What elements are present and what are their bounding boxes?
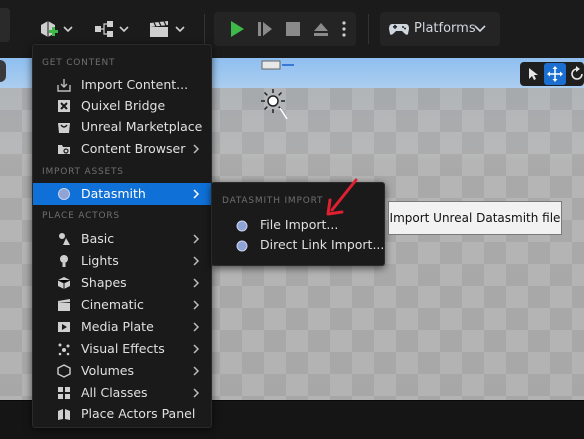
volume-icon: [56, 363, 72, 379]
toolbar-separator: [204, 14, 205, 44]
clapperboard-icon: [150, 21, 185, 37]
menu-item-import-content[interactable]: Import Content...: [33, 74, 211, 96]
chevron-right-icon: [191, 341, 201, 357]
menu-item-cinematic[interactable]: Cinematic: [33, 294, 211, 316]
marketplace-icon: [56, 119, 72, 135]
tooltip-text: Import Unreal Datasmith file: [389, 211, 561, 225]
eject-icon: [314, 23, 328, 36]
gamepad-icon: [388, 14, 410, 44]
section-header-datasmith-import: DATASMITH IMPORT: [222, 196, 324, 206]
menu-item-label: Content Browser: [81, 141, 186, 156]
platforms-button[interactable]: Platforms: [380, 12, 500, 46]
move-arrows-icon: [547, 66, 563, 82]
light-bulb-icon: [56, 253, 72, 269]
chevron-right-icon: [191, 253, 201, 269]
content-browser-icon: [56, 141, 72, 157]
toolbar-left-edge: [0, 8, 10, 42]
menu-item-direct-link-import[interactable]: Direct Link Import...: [212, 234, 384, 256]
chevron-right-icon: [191, 141, 201, 157]
chevron-right-icon: [191, 186, 201, 202]
quixel-icon: [56, 98, 72, 114]
menu-item-unreal-marketplace[interactable]: Unreal Marketplace: [33, 116, 211, 138]
menu-item-label: Import Content...: [81, 77, 189, 92]
menu-item-label: Shapes: [81, 275, 127, 290]
annotation-arrow-icon: [326, 178, 358, 216]
menu-item-label: Unreal Marketplace: [81, 119, 203, 134]
rotate-tool-button[interactable]: [566, 63, 584, 85]
cube-icon: [56, 275, 72, 291]
rotate-icon: [571, 66, 583, 80]
menu-item-volumes[interactable]: Volumes: [33, 360, 211, 382]
cinematics-button[interactable]: [146, 14, 188, 44]
media-plate-icon: [56, 319, 72, 335]
stop-button[interactable]: [280, 14, 306, 44]
chevron-right-icon: [191, 385, 201, 401]
viewport-options-button[interactable]: [0, 60, 6, 82]
chevron-right-icon: [191, 319, 201, 335]
menu-item-label: Datasmith: [81, 186, 146, 201]
menu-item-label: Volumes: [81, 363, 135, 378]
datasmith-icon: [235, 238, 249, 252]
place-actors-icon: [56, 406, 72, 422]
chevron-right-icon: [191, 275, 201, 291]
select-tool-button[interactable]: [522, 63, 544, 85]
more-vertical-icon: [342, 21, 346, 37]
light-source-icon: [261, 89, 288, 120]
all-classes-icon: [56, 385, 72, 401]
add-content-menu: GET CONTENT Import Content... Quixel Bri…: [32, 44, 212, 428]
section-header-get-content: GET CONTENT: [42, 58, 116, 68]
menu-item-media-plate[interactable]: Media Plate: [33, 316, 211, 338]
translate-tool-button[interactable]: [544, 63, 566, 85]
menu-item-visual-effects[interactable]: Visual Effects: [33, 338, 211, 360]
menu-item-all-classes[interactable]: All Classes: [33, 382, 211, 404]
menu-item-label: Lights: [81, 253, 119, 268]
play-controls-group: [214, 12, 356, 46]
add-cube-icon: [41, 21, 73, 37]
menu-item-content-browser[interactable]: Content Browser: [33, 138, 211, 160]
menu-item-quixel-bridge[interactable]: Quixel Bridge: [33, 95, 211, 117]
play-options-button[interactable]: [336, 14, 352, 44]
menu-item-label: Media Plate: [81, 319, 154, 334]
player-start-icon: [261, 60, 294, 70]
chevron-right-icon: [191, 231, 201, 247]
menu-item-label: All Classes: [81, 385, 148, 400]
transform-tools: [520, 62, 584, 86]
play-icon: [231, 21, 244, 37]
basic-shapes-icon: [56, 231, 72, 247]
menu-item-label: Place Actors Panel: [81, 406, 196, 421]
menu-item-place-actors-panel[interactable]: Place Actors Panel: [33, 403, 211, 425]
film-icon: [56, 297, 72, 313]
menu-item-label: Basic: [81, 231, 115, 246]
advance-frame-button[interactable]: [252, 14, 278, 44]
eject-button[interactable]: [308, 14, 334, 44]
play-button[interactable]: [224, 14, 250, 44]
menu-item-label: Cinematic: [81, 297, 144, 312]
menu-item-label: File Import...: [260, 217, 339, 232]
datasmith-icon: [235, 218, 249, 232]
platforms-label: Platforms: [414, 21, 476, 36]
chevron-right-icon: [191, 297, 201, 313]
stop-icon: [286, 22, 300, 36]
menu-item-datasmith[interactable]: Datasmith: [33, 183, 211, 205]
chevron-right-icon: [191, 363, 201, 379]
add-content-button[interactable]: [36, 14, 76, 44]
blueprint-graph-icon: [95, 21, 129, 37]
menu-item-label: Visual Effects: [81, 341, 165, 356]
cursor-icon: [529, 68, 538, 80]
datasmith-icon: [56, 186, 72, 202]
menu-item-shapes[interactable]: Shapes: [33, 272, 211, 294]
toolbar-separator: [368, 14, 369, 44]
menu-item-lights[interactable]: Lights: [33, 250, 211, 272]
chevron-down-icon: [472, 14, 488, 44]
menu-item-label: Direct Link Import...: [260, 237, 385, 252]
import-icon: [56, 77, 72, 93]
tooltip: Import Unreal Datasmith file: [388, 201, 562, 235]
section-header-import-assets: IMPORT ASSETS: [42, 167, 124, 177]
step-forward-icon: [258, 22, 272, 36]
blueprints-button[interactable]: [92, 14, 132, 44]
menu-item-label: Quixel Bridge: [81, 98, 166, 113]
sparkles-icon: [56, 341, 72, 357]
menu-item-basic[interactable]: Basic: [33, 228, 211, 250]
section-header-place-actors: PLACE ACTORS: [42, 211, 120, 221]
